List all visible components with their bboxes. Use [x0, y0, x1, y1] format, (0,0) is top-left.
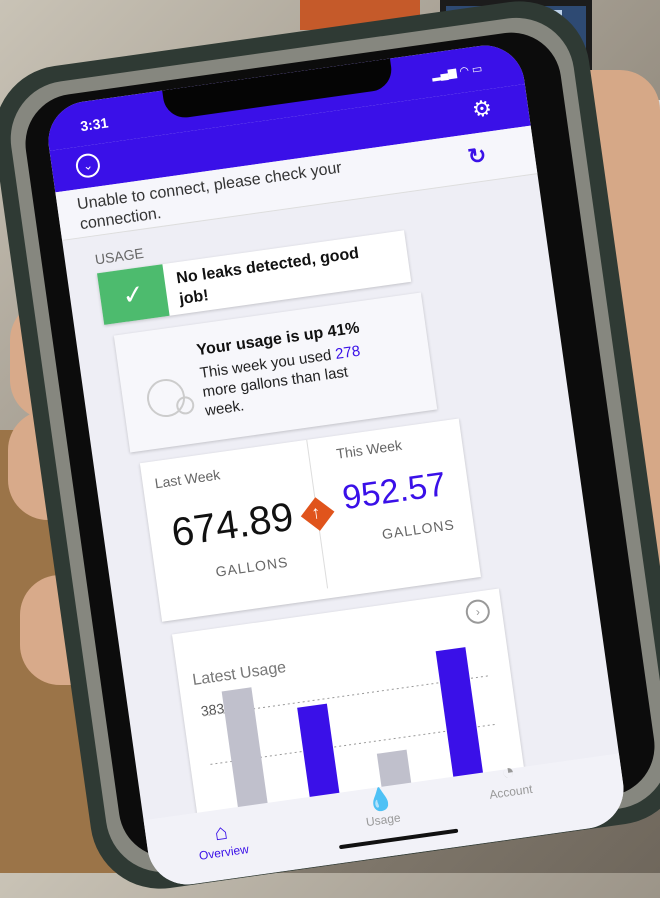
- chart-bar: [435, 647, 485, 787]
- last-week-value: 674.89: [168, 494, 297, 556]
- this-week-value: 952.57: [340, 465, 449, 518]
- tab-usage[interactable]: 💧 Usage: [361, 785, 401, 829]
- tab-overview[interactable]: ⌂ Overview: [194, 816, 249, 863]
- chart-bar: [221, 687, 269, 817]
- bubbles-icon: [144, 376, 188, 420]
- chart-bar: [297, 703, 341, 807]
- status-indicators: ▂▄▆ ◠ ▭: [431, 62, 484, 82]
- check-icon: ✓: [97, 264, 170, 325]
- usage-section-label: USAGE: [93, 244, 145, 268]
- this-week-unit: GALLONS: [380, 516, 456, 543]
- refresh-icon[interactable]: ↻: [466, 142, 488, 170]
- week-compare-card: Last Week This Week 674.89 952.57 GALLON…: [139, 418, 481, 622]
- chevron-down-circle-icon[interactable]: ⌄: [74, 152, 102, 180]
- usage-summary-amount: 278: [334, 342, 362, 363]
- last-week-label: Last Week: [153, 466, 222, 492]
- tab-account[interactable]: ◔ Account: [485, 756, 533, 802]
- last-week-unit: GALLONS: [214, 553, 290, 580]
- gear-icon[interactable]: ⚙: [470, 95, 493, 123]
- leak-status-text: No leaks detected, good job!: [175, 244, 360, 309]
- status-time: 3:31: [79, 114, 110, 135]
- this-week-label: This Week: [335, 436, 403, 462]
- home-indicator: [338, 828, 459, 850]
